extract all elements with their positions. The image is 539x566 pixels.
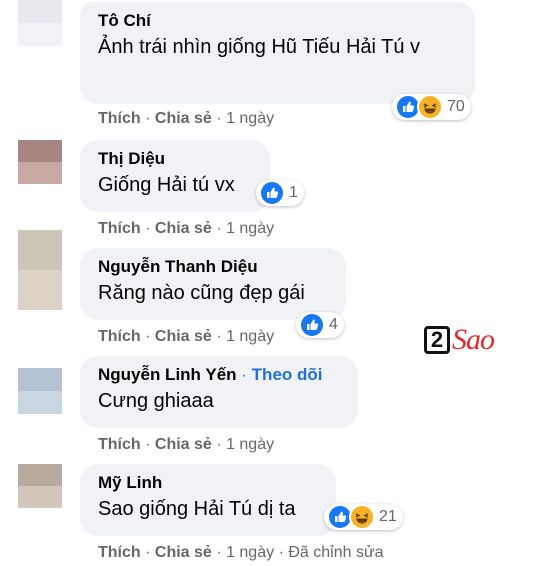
follow-link[interactable]: Theo dõi — [252, 365, 323, 384]
comment-actions: Thích · Chia sẻ · 1 ngày — [98, 220, 274, 238]
separator: · — [145, 436, 155, 453]
separator: · — [216, 436, 227, 453]
separator: · — [278, 544, 289, 561]
reaction-count: 70 — [447, 98, 465, 115]
watermark-text: Sao — [452, 323, 495, 356]
reaction-summary[interactable]: 21 — [324, 504, 403, 530]
comment-bubble: Nguyễn Linh Yến · Theo dõi Cưng ghiaaa — [80, 356, 358, 428]
like-icon — [259, 180, 285, 206]
comment-author: Nguyễn Linh Yến · Theo dõi — [98, 364, 340, 386]
reaction-count: 4 — [329, 316, 338, 333]
share-button[interactable]: Chia sẻ — [155, 544, 212, 561]
separator: · — [216, 544, 227, 561]
avatar[interactable] — [18, 140, 62, 184]
like-button[interactable]: Thích — [98, 110, 141, 127]
comment-text: Giống Hải tú vx — [98, 174, 235, 196]
reaction-summary[interactable]: 1 — [256, 180, 304, 206]
reaction-summary[interactable]: 70 — [392, 94, 471, 120]
comment-timestamp[interactable]: 1 ngày — [226, 220, 274, 237]
separator: · — [145, 544, 155, 561]
comment-text: Sao giống Hải Tú dị ta — [98, 498, 296, 520]
separator: · — [216, 328, 227, 345]
separator: · — [241, 365, 252, 384]
comment-bubble: Mỹ Linh Sao giống Hải Tú dị ta — [80, 464, 336, 536]
watermark-logo: 2 Sao — [424, 322, 495, 358]
separator: · — [216, 110, 227, 127]
watermark-number: 2 — [424, 326, 450, 354]
comment-actions: Thích · Chia sẻ · 1 ngày — [98, 110, 274, 128]
comment-bubble: Nguyễn Thanh Diệu Răng nào cũng đẹp gái — [80, 248, 346, 320]
comment-bubble: Thị Diệu Giống Hải tú vx — [80, 140, 270, 212]
share-button[interactable]: Chia sẻ — [155, 110, 212, 127]
like-button[interactable]: Thích — [98, 328, 141, 345]
share-button[interactable]: Chia sẻ — [155, 436, 212, 453]
comment-author[interactable]: Mỹ Linh — [98, 472, 318, 494]
comment-timestamp[interactable]: 1 ngày — [226, 544, 274, 561]
like-icon — [299, 312, 325, 338]
share-button[interactable]: Chia sẻ — [155, 220, 212, 237]
comment-author[interactable]: Tô Chí — [98, 10, 457, 32]
comment-actions: Thích · Chia sẻ · 1 ngày · Đã chỉnh sửa — [98, 544, 384, 562]
like-button[interactable]: Thích — [98, 544, 141, 561]
separator: · — [145, 328, 155, 345]
comment-text: Cưng ghiaaa — [98, 390, 214, 412]
like-button[interactable]: Thích — [98, 436, 141, 453]
author-name[interactable]: Nguyễn Linh Yến — [98, 365, 237, 384]
avatar[interactable] — [18, 464, 62, 508]
comment-text: Răng nào cũng đẹp gái — [98, 282, 305, 304]
comment-author[interactable]: Nguyễn Thanh Diệu — [98, 256, 328, 278]
separator: · — [145, 220, 155, 237]
share-button[interactable]: Chia sẻ — [155, 328, 212, 345]
comment-actions: Thích · Chia sẻ · 1 ngày — [98, 436, 274, 454]
comment-text: Ảnh trái nhìn giống Hũ Tiếu Hải Tú v — [98, 36, 421, 58]
reaction-count: 1 — [289, 184, 298, 201]
comment-bubble: Tô Chí Ảnh trái nhìn giống Hũ Tiếu Hải T… — [80, 2, 475, 104]
haha-icon — [349, 504, 375, 530]
comment-timestamp[interactable]: 1 ngày — [226, 110, 274, 127]
comment-author[interactable]: Thị Diệu — [98, 148, 252, 170]
reaction-summary[interactable]: 4 — [296, 312, 344, 338]
comment-timestamp[interactable]: 1 ngày — [226, 328, 274, 345]
avatar[interactable] — [18, 230, 62, 310]
edited-label: Đã chỉnh sửa — [288, 544, 384, 561]
like-button[interactable]: Thích — [98, 220, 141, 237]
reaction-count: 21 — [379, 508, 397, 525]
separator: · — [145, 110, 155, 127]
avatar[interactable] — [18, 0, 62, 46]
haha-icon — [417, 94, 443, 120]
comment-actions: Thích · Chia sẻ · 1 ngày — [98, 328, 274, 346]
avatar[interactable] — [18, 368, 62, 414]
separator: · — [216, 220, 227, 237]
comment-timestamp[interactable]: 1 ngày — [226, 436, 274, 453]
